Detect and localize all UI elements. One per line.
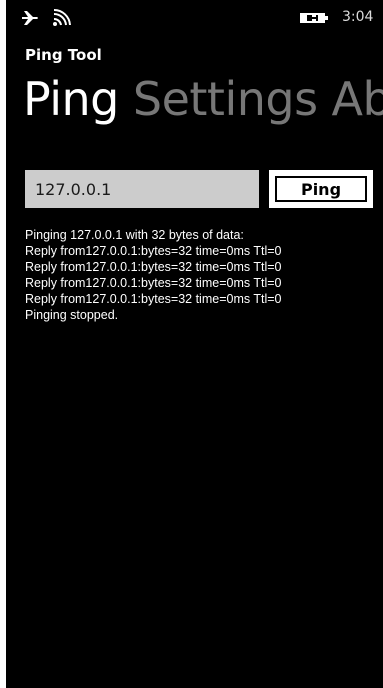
battery-charging-icon (300, 13, 328, 23)
tab-settings[interactable]: Settings (133, 72, 318, 126)
app-screen: 3:04 Ping Tool Ping Settings About Ping Pi… (6, 0, 383, 688)
tab-ping[interactable]: Ping (23, 72, 119, 126)
ping-button-label: Ping (275, 176, 367, 202)
output-line: Reply from127.0.0.1:bytes=32 time=0ms Tt… (25, 276, 282, 290)
app-title: Ping Tool (25, 46, 102, 64)
ping-button[interactable]: Ping (269, 170, 373, 208)
tab-about[interactable]: About (332, 72, 383, 126)
output-line: Pinging stopped. (25, 308, 119, 322)
output-line: Pinging 127.0.0.1 with 32 bytes of data: (25, 228, 244, 242)
status-bar: 3:04 (6, 0, 383, 34)
host-input[interactable] (25, 170, 259, 208)
wifi-icon (53, 9, 71, 26)
airplane-icon (22, 11, 38, 25)
output-line: Reply from127.0.0.1:bytes=32 time=0ms Tt… (25, 260, 282, 274)
output-line: Reply from127.0.0.1:bytes=32 time=0ms Tt… (25, 244, 282, 258)
ping-output: Pinging 127.0.0.1 with 32 bytes of data:… (25, 227, 282, 323)
output-line: Reply from127.0.0.1:bytes=32 time=0ms Tt… (25, 292, 282, 306)
clock: 3:04 (342, 9, 374, 25)
pivot-header: Ping Settings About (23, 72, 383, 126)
